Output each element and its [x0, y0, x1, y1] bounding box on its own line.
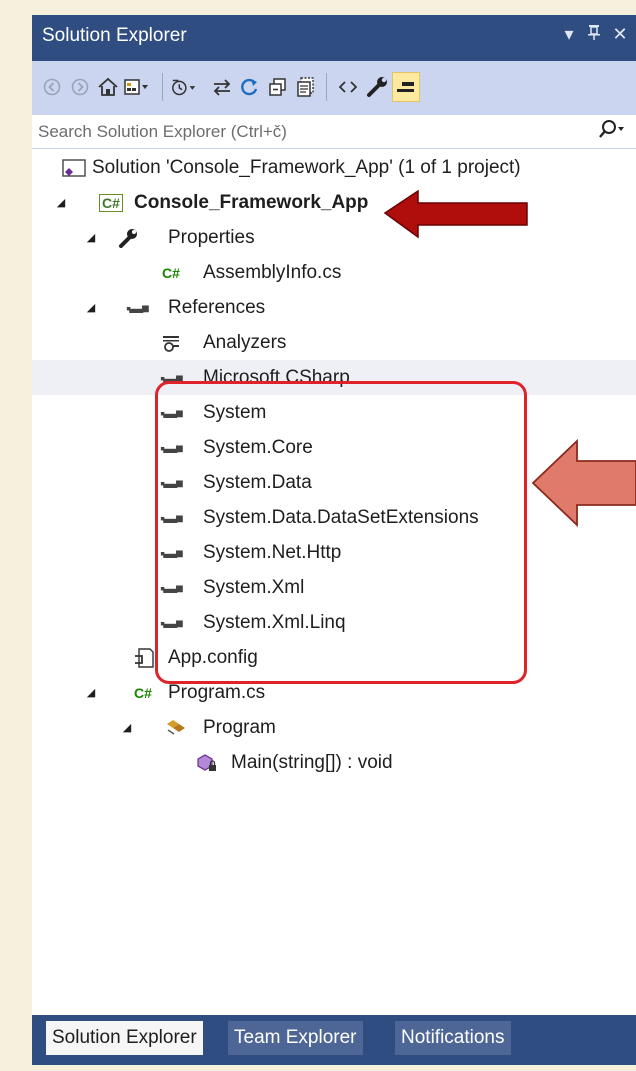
- back-button[interactable]: [38, 72, 66, 102]
- refresh-button[interactable]: [236, 72, 264, 102]
- switch-views-button[interactable]: [122, 72, 150, 102]
- private-method-icon: [195, 751, 221, 775]
- tree-item-main-method[interactable]: Main(string[]) : void: [32, 745, 636, 780]
- solution-tree: Solution 'Console_Framework_App' (1 of 1…: [32, 149, 636, 1015]
- tree-item-label: Program: [203, 716, 276, 738]
- tab-solution-explorer[interactable]: Solution Explorer: [46, 1021, 203, 1055]
- tree-item-solution[interactable]: Solution 'Console_Framework_App' (1 of 1…: [32, 150, 636, 185]
- expanded-triangle-icon[interactable]: ◢: [84, 686, 98, 699]
- show-all-files-button[interactable]: [292, 72, 320, 102]
- home-button[interactable]: [94, 72, 122, 102]
- analyzers-icon: [158, 331, 184, 355]
- collapse-all-button[interactable]: [264, 72, 292, 102]
- title-bar: Solution Explorer ▾ ✕: [32, 15, 636, 61]
- tab-notifications[interactable]: Notifications: [395, 1021, 511, 1055]
- search-input[interactable]: Search Solution Explorer (Ctrl+č): [38, 122, 287, 142]
- config-file-icon: [131, 646, 157, 670]
- solution-explorer-window: Solution Explorer ▾ ✕ Search Solution Ex…: [32, 15, 636, 1065]
- preview-selected-items-button[interactable]: [392, 72, 420, 102]
- toolbar-separator: [326, 73, 327, 101]
- window-position-dropdown-icon[interactable]: ▾: [558, 24, 580, 45]
- forward-button[interactable]: [66, 72, 94, 102]
- properties-wrench-button[interactable]: [364, 72, 392, 102]
- tool-window-tabs: Solution Explorer Team Explorer Notifica…: [32, 1015, 636, 1065]
- wrench-icon: [116, 226, 142, 250]
- solution-explorer-toolbar: [32, 61, 636, 115]
- tree-item-label: Solution 'Console_Framework_App' (1 of 1…: [92, 156, 521, 178]
- tree-item-project[interactable]: ◢ C# Console_Framework_App: [32, 185, 636, 220]
- search-bar[interactable]: Search Solution Explorer (Ctrl+č): [32, 115, 636, 149]
- tree-item-label: Console_Framework_App: [134, 191, 369, 213]
- tree-item-label: Properties: [168, 226, 255, 248]
- references-pointer-arrow: [531, 438, 636, 528]
- tree-item-label: Analyzers: [203, 331, 287, 353]
- auto-hide-pin-icon[interactable]: [583, 24, 605, 45]
- tree-item-label: References: [168, 296, 266, 318]
- expanded-triangle-icon[interactable]: ◢: [120, 721, 134, 734]
- pending-changes-filter-button[interactable]: [170, 72, 198, 102]
- reference-icon: ▪▬■: [126, 299, 149, 316]
- expanded-triangle-icon[interactable]: ◢: [84, 231, 98, 244]
- tree-item-properties[interactable]: ◢ Properties: [32, 220, 636, 255]
- project-pointer-arrow: [383, 189, 528, 239]
- references-highlight-box: [155, 381, 527, 684]
- toolbar-separator: [162, 73, 163, 101]
- expanded-triangle-icon[interactable]: ◢: [84, 301, 98, 314]
- csharp-file-icon: C#: [134, 684, 152, 701]
- sync-with-active-document-button[interactable]: [208, 72, 236, 102]
- tab-team-explorer[interactable]: Team Explorer: [228, 1021, 363, 1055]
- tree-item-references[interactable]: ◢ ▪▬■ References: [32, 290, 636, 325]
- tree-item-program-class[interactable]: ◢ Program: [32, 710, 636, 745]
- close-icon[interactable]: ✕: [609, 24, 631, 45]
- tree-item-assemblyinfo[interactable]: C# AssemblyInfo.cs: [32, 255, 636, 290]
- tree-item-label: Main(string[]) : void: [231, 751, 393, 773]
- csharp-project-icon: C#: [99, 193, 123, 212]
- tree-item-analyzers[interactable]: Analyzers: [32, 325, 636, 360]
- window-title: Solution Explorer: [42, 25, 187, 46]
- expanded-triangle-icon[interactable]: ◢: [54, 196, 68, 209]
- search-icon[interactable]: [598, 119, 626, 146]
- solution-icon: [61, 156, 87, 180]
- tree-item-label: Program.cs: [168, 681, 266, 703]
- tree-item-label: AssemblyInfo.cs: [203, 261, 342, 283]
- csharp-file-icon: C#: [162, 264, 180, 281]
- view-code-button[interactable]: [334, 72, 362, 102]
- class-icon: [163, 716, 189, 740]
